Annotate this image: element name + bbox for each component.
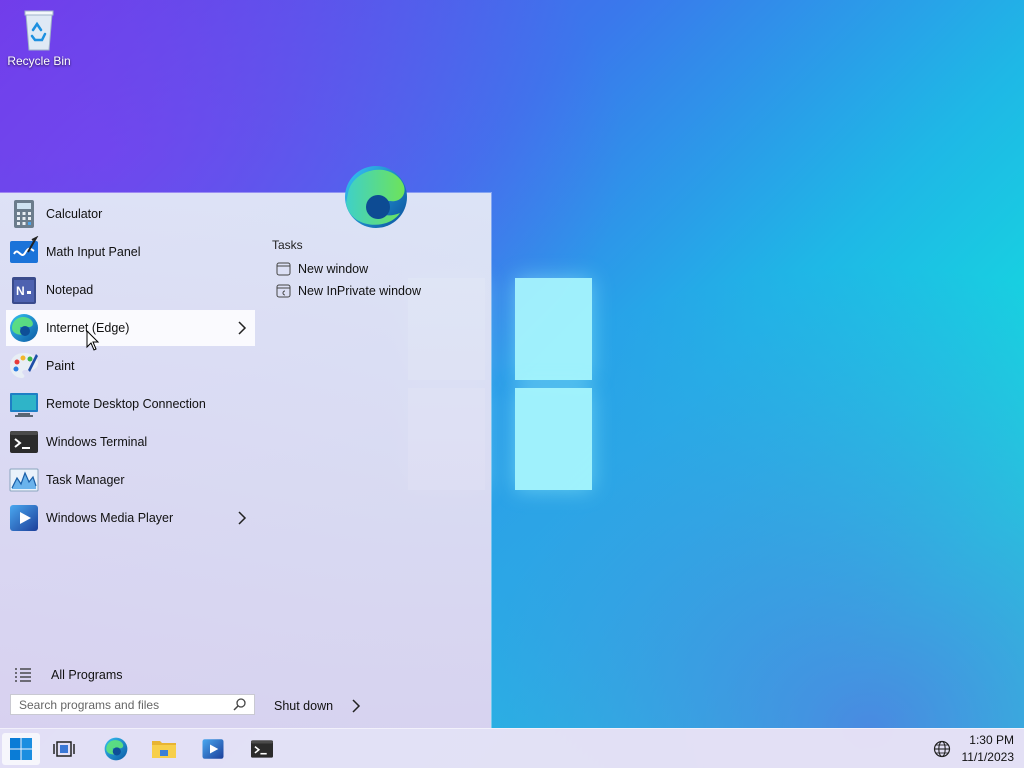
desktop: Recycle Bin Calculator Math Input Panel …: [0, 0, 1024, 768]
taskbar-file-explorer-button[interactable]: [148, 733, 180, 765]
edge-icon: [104, 737, 128, 761]
start-item-internet-edge[interactable]: Internet (Edge): [6, 310, 255, 346]
all-programs-button[interactable]: All Programs: [14, 665, 123, 685]
paint-icon: [10, 353, 38, 378]
jump-list-item-label: New window: [298, 262, 369, 276]
start-item-paint[interactable]: Paint: [6, 348, 255, 384]
jump-list-item-label: New InPrivate window: [298, 284, 421, 298]
start-item-calculator[interactable]: Calculator: [6, 196, 255, 232]
media-player-icon: [202, 739, 224, 759]
list-icon: [15, 668, 31, 682]
mouse-cursor-icon: [86, 330, 100, 351]
start-item-label: Remote Desktop Connection: [46, 397, 206, 411]
start-item-label: Math Input Panel: [46, 245, 141, 259]
start-item-label: Notepad: [46, 283, 94, 297]
taskbar-terminal-button[interactable]: [246, 733, 278, 765]
chevron-right-icon[interactable]: [237, 510, 247, 526]
windows-logo-icon: [10, 738, 32, 760]
chevron-right-icon[interactable]: [351, 699, 361, 713]
folder-icon: [152, 741, 176, 758]
start-item-math-input-panel[interactable]: Math Input Panel: [6, 234, 255, 270]
start-item-label: Calculator: [46, 207, 103, 221]
start-item-remote-desktop[interactable]: Remote Desktop Connection: [6, 386, 255, 422]
task-view-icon: [53, 741, 75, 757]
start-menu-app-list: Calculator Math Input Panel N Notepad In…: [0, 193, 260, 728]
search-box[interactable]: [10, 694, 255, 715]
globe-icon[interactable]: [933, 740, 951, 758]
start-item-label: Task Manager: [46, 473, 125, 487]
clock-date: 11/1/2023: [961, 750, 1015, 764]
window-icon: [276, 262, 291, 276]
all-programs-label: All Programs: [51, 668, 123, 682]
search-input[interactable]: [11, 696, 231, 713]
media-player-icon: [10, 505, 38, 531]
start-item-label: Windows Terminal: [46, 435, 148, 449]
edge-logo-icon: [345, 166, 407, 228]
shutdown-label: Shut down: [274, 699, 334, 713]
edge-icon: [10, 314, 38, 342]
remote-desktop-icon: [10, 393, 38, 417]
shutdown-button[interactable]: Shut down: [274, 696, 361, 716]
start-item-label: Windows Media Player: [46, 511, 174, 525]
terminal-icon: [251, 740, 273, 758]
inprivate-window-icon: [276, 284, 291, 298]
jump-list-item-new-inprivate-window[interactable]: New InPrivate window: [276, 281, 421, 301]
taskbar-media-player-button[interactable]: [197, 733, 229, 765]
taskbar-edge-button[interactable]: [100, 733, 132, 765]
desktop-icon-recycle-bin[interactable]: Recycle Bin: [6, 8, 72, 68]
start-item-notepad[interactable]: N Notepad: [6, 272, 255, 308]
start-item-task-manager[interactable]: Task Manager: [6, 462, 255, 498]
start-menu: Calculator Math Input Panel N Notepad In…: [0, 166, 491, 728]
calculator-icon: [14, 200, 34, 228]
jump-list-title: Tasks: [272, 238, 303, 252]
start-item-label: Paint: [46, 359, 75, 373]
taskbar-task-view-button[interactable]: [48, 733, 80, 765]
taskbar-clock[interactable]: 1:30 PM 11/1/2023: [962, 732, 1015, 766]
start-item-windows-media-player[interactable]: Windows Media Player: [6, 500, 255, 536]
math-input-panel-icon: [10, 236, 39, 263]
search-icon[interactable]: [233, 698, 246, 711]
taskbar: 1:30 PM 11/1/2023: [0, 728, 1024, 768]
start-item-windows-terminal[interactable]: Windows Terminal: [6, 424, 255, 460]
chevron-right-icon[interactable]: [237, 320, 247, 336]
svg-text:N: N: [16, 284, 25, 298]
taskbar-start-button[interactable]: [2, 733, 40, 765]
notepad-icon: N: [12, 277, 36, 304]
terminal-icon: [10, 431, 38, 453]
jump-list-item-new-window[interactable]: New window: [276, 259, 368, 279]
task-manager-icon: [9, 468, 39, 492]
recycle-bin-icon: [24, 10, 54, 51]
clock-time: 1:30 PM: [969, 733, 1014, 747]
desktop-icon-label: Recycle Bin: [7, 54, 71, 68]
